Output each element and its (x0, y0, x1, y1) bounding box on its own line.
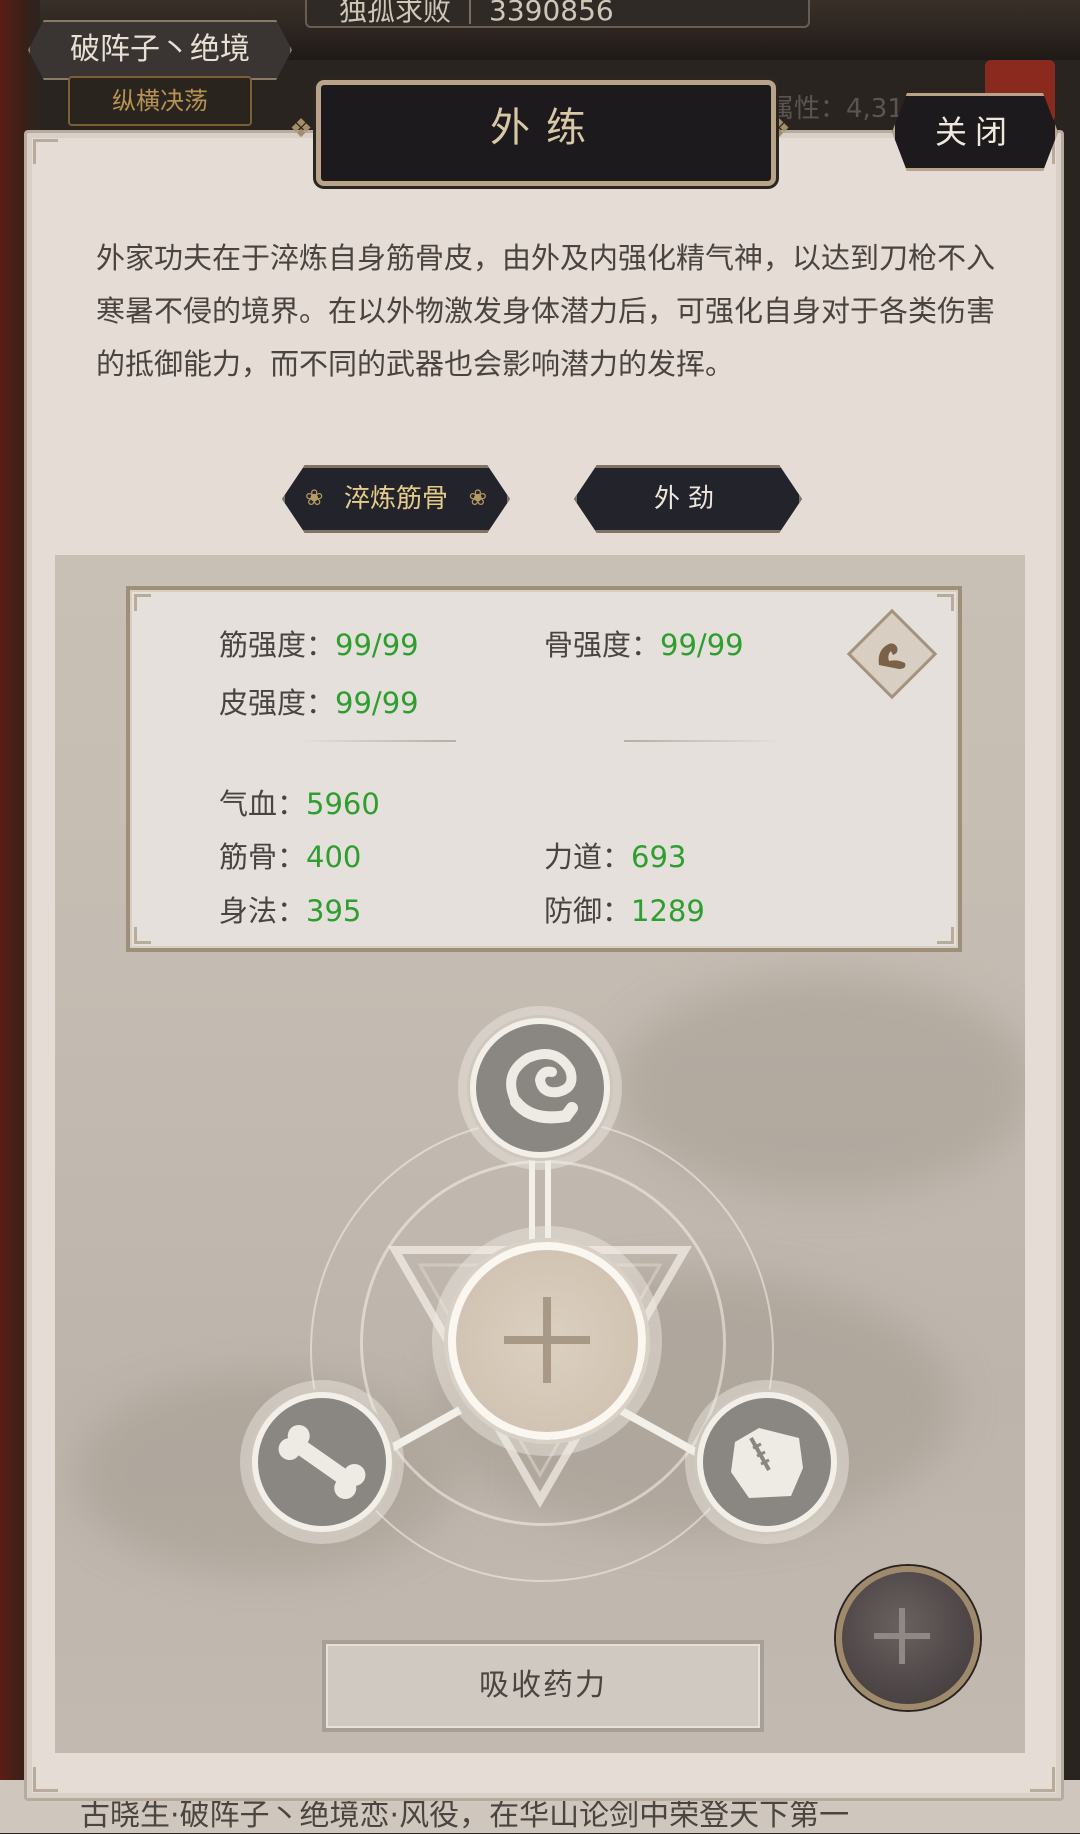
title-left-ornament: ❖ (289, 114, 313, 144)
tendon-node[interactable] (470, 1018, 610, 1158)
stat-value: 693 (631, 840, 687, 874)
plus-icon (899, 1608, 905, 1664)
stat-label: 力道： (544, 840, 632, 874)
corner-ornament (937, 927, 954, 944)
stat-label: 筋强度： (219, 628, 336, 662)
corner-ornament (1030, 1767, 1055, 1792)
tab-label: 淬炼筋骨 (343, 484, 448, 514)
stat-label: 气血： (219, 787, 307, 821)
panel-description: 外家功夫在于淬炼自身筋骨皮，由外及内强化精气神，以达到刀枪不入寒暑不侵的境界。在… (96, 241, 996, 381)
bone-node[interactable] (252, 1392, 392, 1532)
stat-fangyu: 防御：1289 (544, 888, 705, 930)
panel-title-bar: 外练 (316, 80, 776, 186)
stat-label: 皮强度： (219, 686, 336, 720)
stat-value: 99/99 (660, 628, 744, 662)
corner-ornament (134, 594, 151, 611)
stats-divider-right (624, 740, 784, 742)
player-title[interactable]: 破阵子丶绝境 (28, 20, 292, 80)
skin-icon (731, 1428, 803, 1498)
top-name-separator (469, 0, 472, 24)
stat-tendon-strength: 筋强度：99/99 (219, 622, 419, 664)
center-add-button[interactable] (448, 1242, 646, 1440)
stats-divider-left (296, 740, 456, 742)
top-number: 3390856 (489, 0, 614, 27)
corner-ornament (33, 139, 58, 164)
tab-label: 外劲 (653, 484, 722, 514)
close-button[interactable]: 关闭 (892, 93, 1058, 171)
bone-icon (278, 1424, 366, 1500)
stat-hp: 气血：5960 (219, 781, 380, 823)
corner-ornament (134, 927, 151, 944)
stat-value: 1289 (631, 894, 705, 928)
corner-ornament (33, 1767, 58, 1792)
tab-ornament-icon: ❀ (468, 486, 487, 511)
stat-label: 筋骨： (219, 840, 307, 874)
panel-title: 外练 (490, 105, 602, 151)
corner-ornament (937, 594, 954, 611)
plus-icon (543, 1297, 551, 1383)
stat-value: 400 (306, 840, 362, 874)
stat-jingu: 筋骨：400 (219, 834, 361, 876)
player-tag[interactable]: 纵横决荡 (68, 76, 252, 126)
stat-bone-strength: 骨强度：99/99 (544, 622, 744, 664)
add-floating-button[interactable] (836, 1566, 980, 1710)
stat-value: 5960 (306, 787, 380, 821)
tab-cuilian-jingu[interactable]: ❀ 淬炼筋骨 ❀ (282, 465, 510, 533)
tab-ornament-icon: ❀ (305, 486, 324, 511)
top-name: 独孤求败 (339, 0, 452, 27)
top-name-box: 独孤求败 3390856 (305, 0, 810, 28)
tab-waijin[interactable]: 外劲 (574, 465, 802, 533)
stat-label: 骨强度： (544, 628, 661, 662)
stat-value: 395 (306, 894, 362, 928)
stat-lidao: 力道：693 (544, 834, 686, 876)
stat-label: 防御： (544, 894, 632, 928)
tendon-icon (506, 1049, 578, 1124)
skin-node[interactable] (697, 1392, 837, 1532)
stat-shenfa: 身法：395 (219, 888, 361, 930)
stat-skin-strength: 皮强度：99/99 (219, 680, 419, 722)
stat-label: 身法： (219, 894, 307, 928)
stat-value: 99/99 (335, 686, 419, 720)
stat-value: 99/99 (335, 628, 419, 662)
absorb-medicine-button[interactable]: 吸收药力 (322, 1640, 764, 1732)
